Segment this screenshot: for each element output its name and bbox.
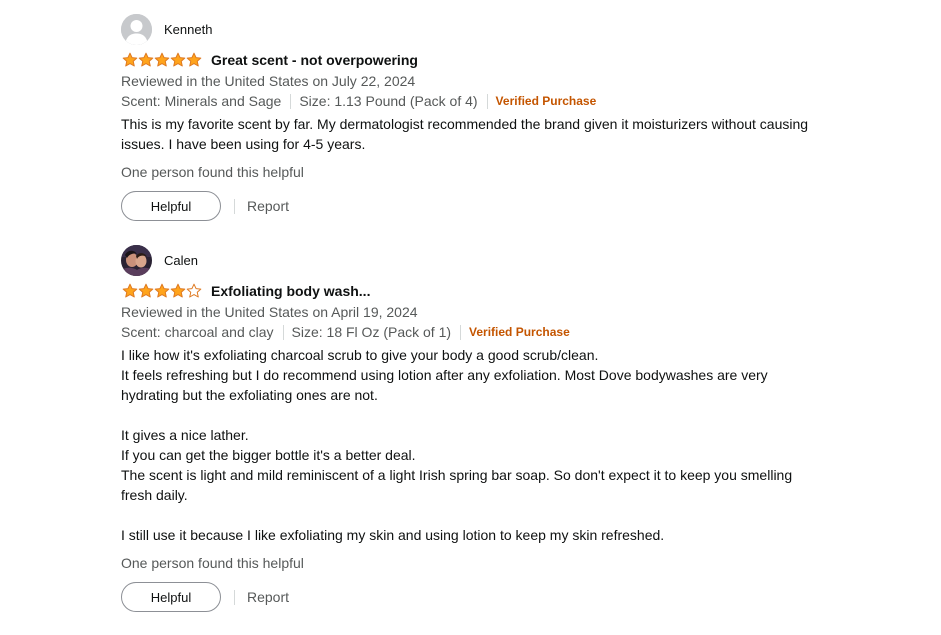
helpful-button[interactable]: Helpful: [121, 191, 221, 221]
star-filled-icon: [122, 283, 138, 298]
review-card: Calen Exfoliating body wash... Reviewed …: [121, 244, 821, 612]
review-actions: Helpful Report: [121, 191, 821, 221]
divider: [234, 589, 235, 605]
divider: [460, 324, 462, 340]
review-title[interactable]: Exfoliating body wash...: [211, 283, 370, 299]
star-filled-icon: [154, 52, 170, 67]
divider: [486, 93, 488, 109]
star-filled-icon: [154, 283, 170, 298]
star-filled-icon: [122, 52, 138, 67]
review-date: Reviewed in the United States on April 1…: [121, 304, 418, 320]
review-actions: Helpful Report: [121, 582, 821, 612]
star-rating[interactable]: [122, 283, 202, 299]
product-variant-info: Scent: Minerals and Sage Size: 1.13 Poun…: [121, 91, 821, 111]
reviewer-name[interactable]: Kenneth: [164, 22, 212, 37]
divider: [234, 198, 235, 214]
report-link[interactable]: Report: [247, 198, 289, 214]
scent-variant: Scent: Minerals and Sage: [121, 93, 282, 109]
default-avatar-icon: [121, 13, 152, 45]
star-filled-icon: [138, 52, 154, 67]
divider: [290, 93, 292, 109]
helpful-count: One person found this helpful: [121, 555, 304, 571]
review-body: This is my favorite scent by far. My der…: [121, 116, 809, 152]
scent-variant: Scent: charcoal and clay: [121, 324, 274, 340]
size-variant: Size: 1.13 Pound (Pack of 4): [299, 93, 478, 109]
divider: [282, 324, 284, 340]
helpful-button[interactable]: Helpful: [121, 582, 221, 612]
star-filled-icon: [170, 52, 186, 67]
star-filled-icon: [170, 283, 186, 298]
star-filled-icon: [186, 52, 202, 67]
verified-purchase-badge: Verified Purchase: [495, 94, 597, 108]
report-link[interactable]: Report: [247, 589, 289, 605]
user-photo-avatar-icon: [121, 244, 152, 276]
reviewer-profile[interactable]: Kenneth: [121, 13, 821, 45]
helpful-count: One person found this helpful: [121, 164, 304, 180]
star-rating[interactable]: [122, 52, 202, 68]
reviewer-profile[interactable]: Calen: [121, 244, 821, 276]
review-body: I like how it's exfoliating charcoal scr…: [121, 347, 793, 543]
verified-purchase-badge: Verified Purchase: [469, 325, 570, 339]
review-title-row: Exfoliating body wash...: [121, 281, 821, 301]
review-card: Kenneth Great scent - not overpowering R…: [121, 13, 821, 221]
star-filled-icon: [138, 283, 154, 298]
size-variant: Size: 18 Fl Oz (Pack of 1): [291, 324, 452, 340]
product-variant-info: Scent: charcoal and clay Size: 18 Fl Oz …: [121, 322, 821, 342]
reviewer-name[interactable]: Calen: [164, 253, 198, 268]
star-empty-icon: [186, 283, 202, 298]
review-title[interactable]: Great scent - not overpowering: [211, 52, 418, 68]
review-title-row: Great scent - not overpowering: [121, 50, 821, 70]
review-date: Reviewed in the United States on July 22…: [121, 73, 416, 89]
